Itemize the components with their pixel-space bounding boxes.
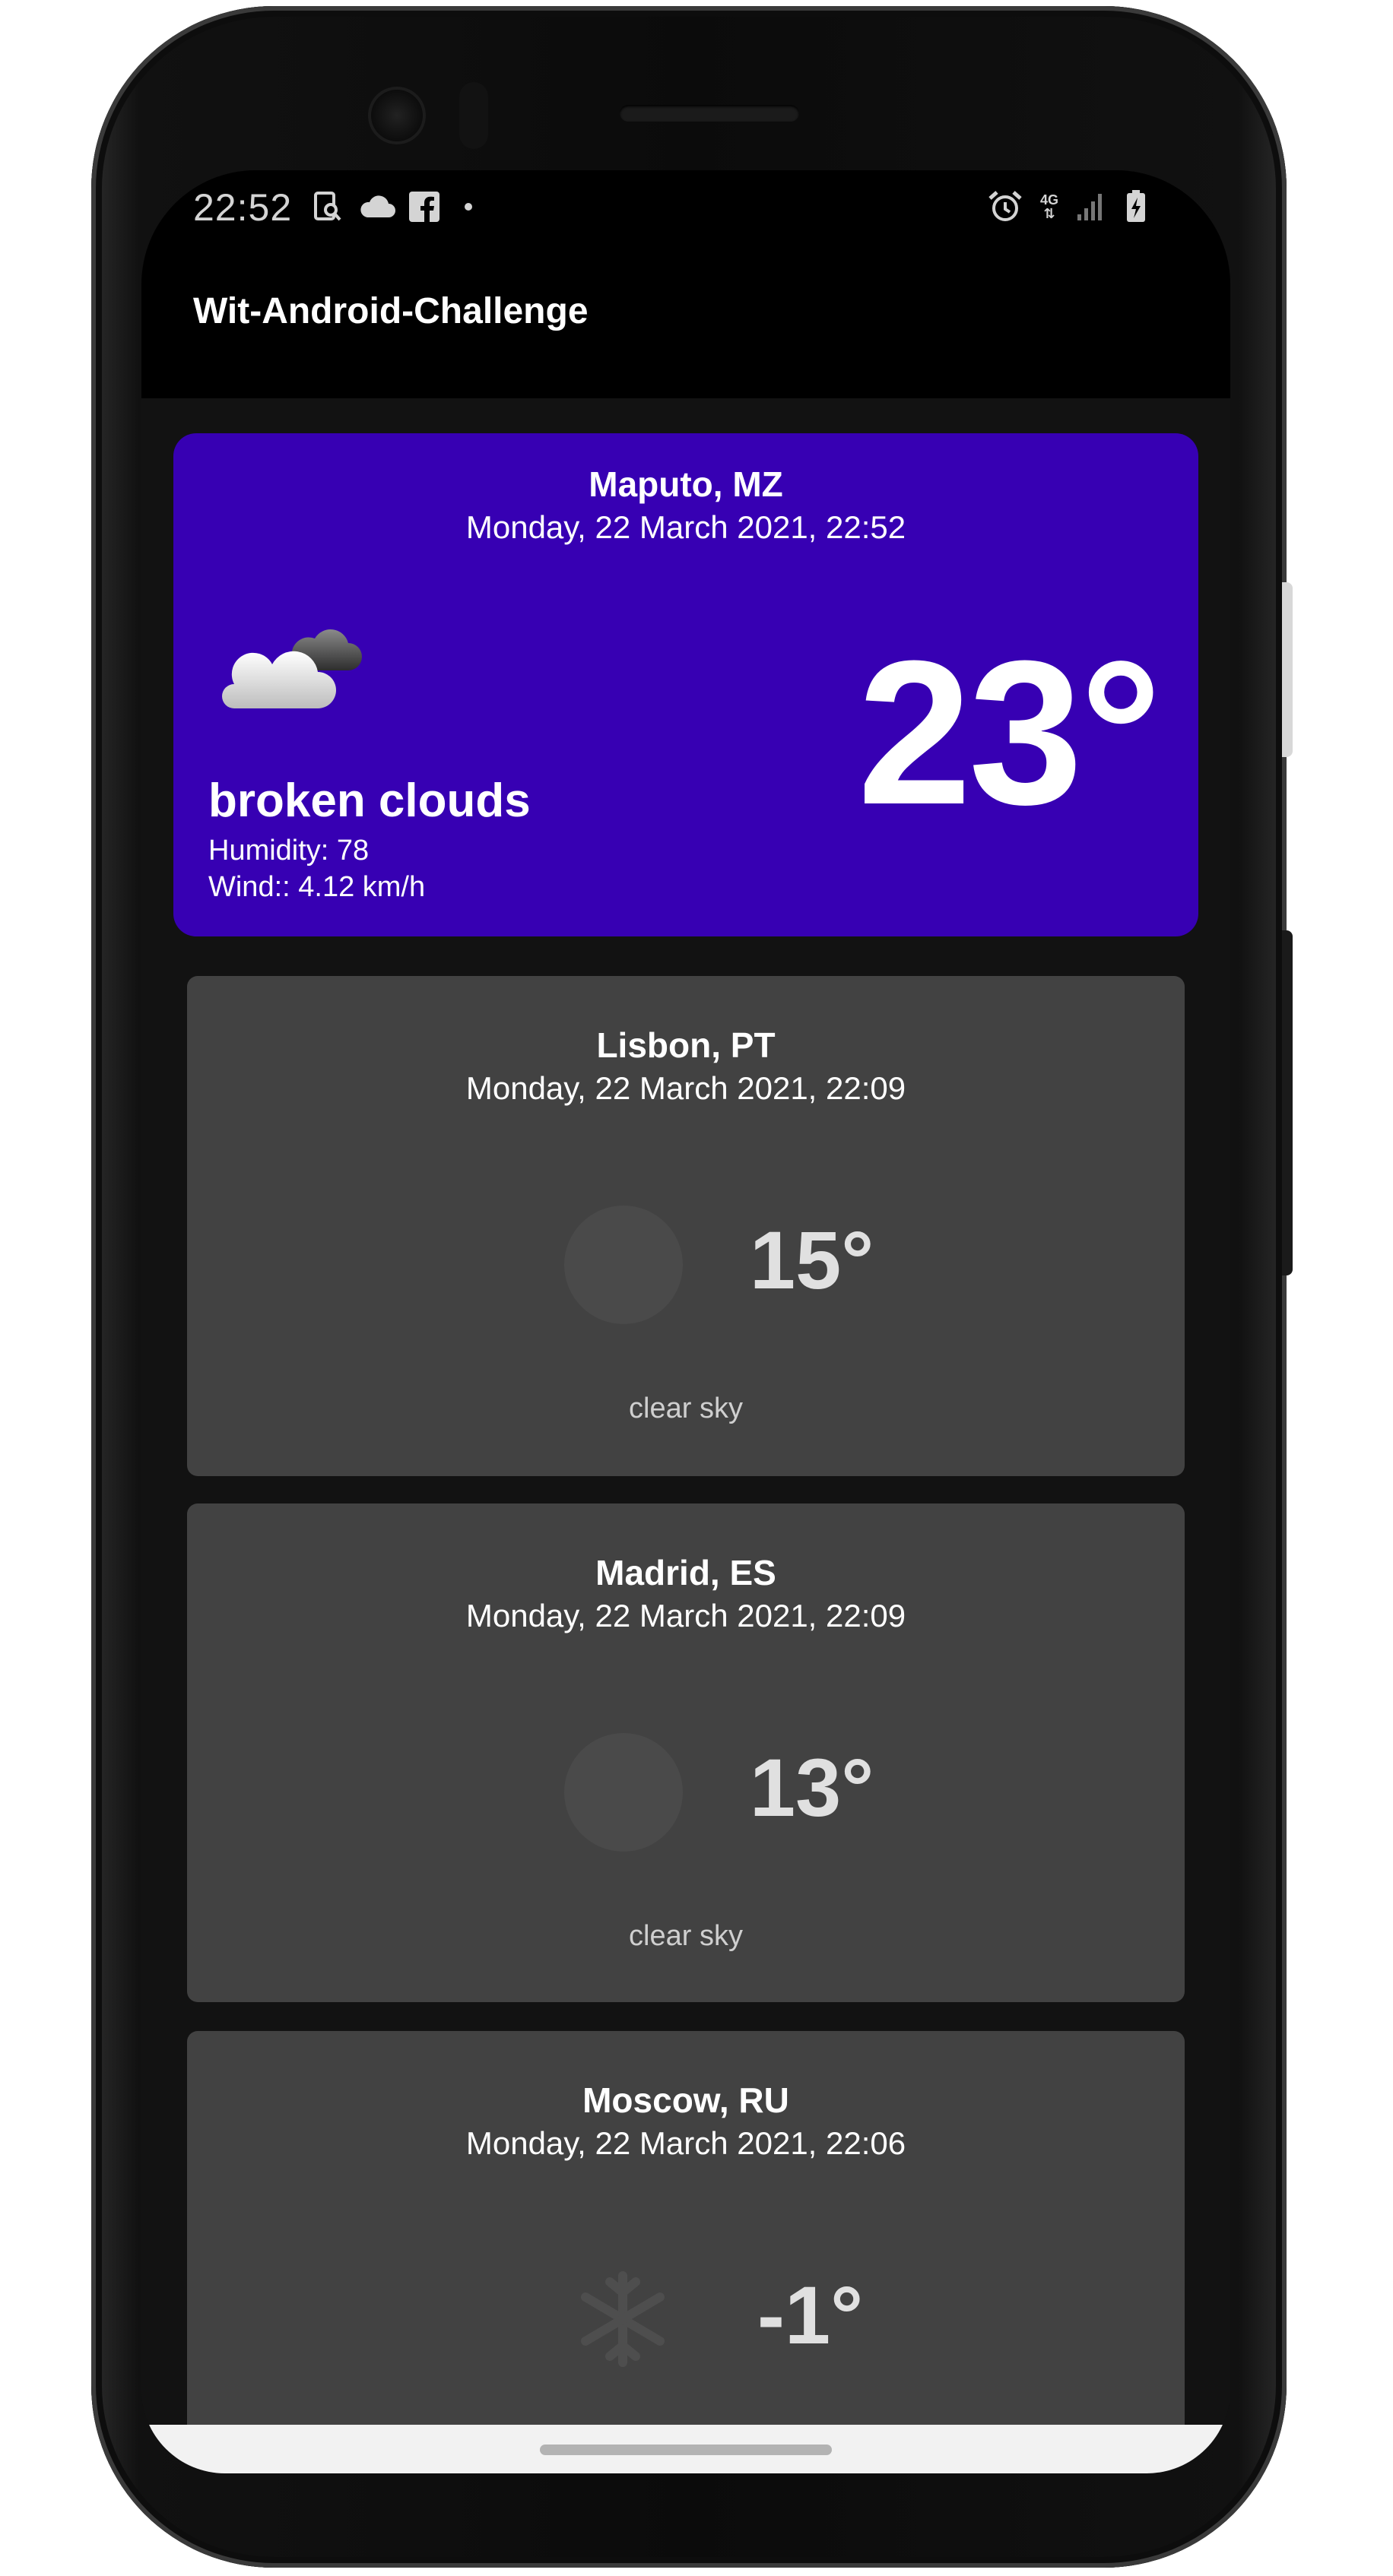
4g-signal-icon: 4G ⇅: [1039, 192, 1058, 221]
clear-sky-icon: [564, 1206, 683, 1324]
featured-humidity: Humidity: 78: [208, 835, 370, 867]
city-card-lisbon[interactable]: Lisbon, PT Monday, 22 March 2021, 22:09 …: [187, 976, 1185, 1476]
city-temperature: -1°: [757, 2269, 864, 2361]
screen-search-icon: [310, 187, 345, 227]
featured-description: broken clouds: [208, 775, 531, 827]
status-bar: 22:52 4G ⇅: [141, 170, 1230, 243]
city-temperature: 13°: [750, 1741, 874, 1833]
status-time: 22:52: [193, 186, 293, 229]
facebook-icon: [406, 187, 443, 227]
power-button: [1282, 930, 1293, 1275]
cloud-icon: [356, 187, 398, 227]
broken-clouds-icon: [219, 625, 371, 724]
app-bar: Wit-Android-Challenge: [141, 243, 1230, 398]
front-camera: [368, 87, 426, 144]
app-title: Wit-Android-Challenge: [193, 291, 589, 331]
home-gesture-handle[interactable]: [540, 2445, 832, 2455]
clear-sky-icon: [564, 1733, 683, 1852]
proximity-sensor: [459, 82, 488, 149]
featured-weather-card[interactable]: Maputo, MZ Monday, 22 March 2021, 22:52: [173, 433, 1198, 936]
dot-icon: [461, 187, 476, 227]
city-temperature: 15°: [750, 1214, 874, 1306]
city-card-madrid[interactable]: Madrid, ES Monday, 22 March 2021, 22:09 …: [187, 1503, 1185, 2002]
city-datetime: Monday, 22 March 2021, 22:09: [465, 1070, 906, 1106]
featured-wind: Wind:: 4.12 km/h: [208, 871, 426, 903]
city-description: clear sky: [629, 1393, 743, 1424]
snow-icon: [573, 2270, 672, 2368]
phone-screen: 22:52 4G ⇅ Wit-Android-Challenge Maputo,…: [141, 170, 1230, 2473]
city-name: Moscow, RU: [582, 2080, 789, 2120]
alarm-icon: [984, 187, 1027, 227]
city-card-moscow[interactable]: Moscow, RU Monday, 22 March 2021, 22:06 …: [187, 2031, 1185, 2473]
city-datetime: Monday, 22 March 2021, 22:06: [465, 2125, 906, 2161]
earpiece-speaker: [620, 105, 799, 122]
city-datetime: Monday, 22 March 2021, 22:09: [465, 1598, 906, 1633]
featured-datetime: Monday, 22 March 2021, 22:52: [465, 509, 906, 545]
volume-button: [1282, 582, 1293, 757]
featured-city: Maputo, MZ: [589, 464, 783, 504]
featured-temperature: 23°: [857, 619, 1162, 848]
city-name: Lisbon, PT: [596, 1025, 776, 1065]
city-description: clear sky: [629, 1920, 743, 1952]
signal-bars-icon: [1072, 187, 1107, 227]
navigation-bar: [141, 2425, 1230, 2473]
city-name: Madrid, ES: [595, 1553, 776, 1592]
battery-charging-icon: [1121, 187, 1151, 227]
